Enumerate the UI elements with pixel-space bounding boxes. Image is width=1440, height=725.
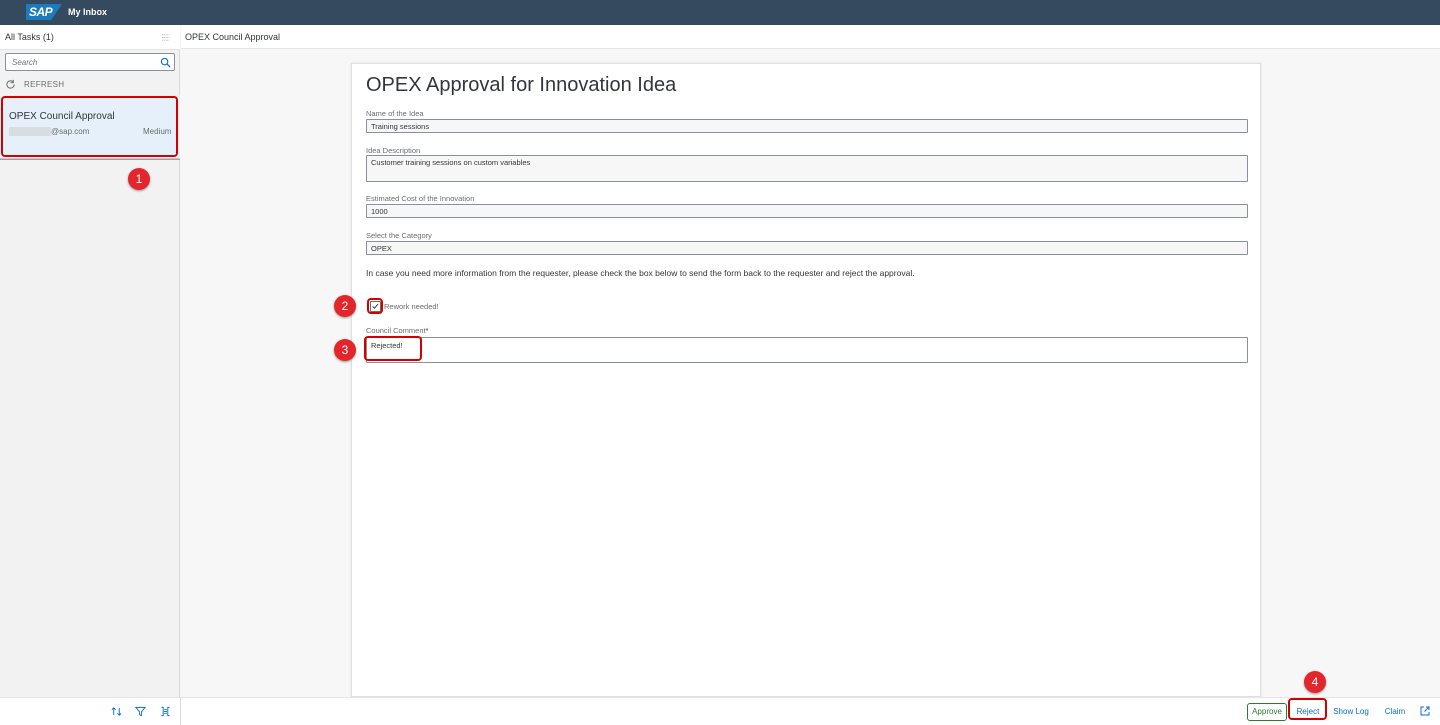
claim-button[interactable]: Claim: [1381, 703, 1409, 721]
show-log-button[interactable]: Show Log: [1331, 703, 1371, 721]
approve-button[interactable]: Approve: [1247, 703, 1287, 721]
shell-bar: SAP My Inbox: [0, 0, 1440, 25]
search-field[interactable]: [5, 53, 175, 71]
search-icon[interactable]: [160, 57, 171, 68]
highlight-box-comment: [364, 336, 422, 361]
refresh-button[interactable]: REFRESH: [5, 77, 64, 91]
divider: [0, 159, 180, 160]
open-in-new-window-icon[interactable]: [1420, 706, 1430, 716]
required-star: *: [425, 326, 429, 335]
field-label-category: Select the Category: [366, 231, 432, 240]
task-list-footer: [0, 697, 181, 725]
sort-icon[interactable]: [111, 706, 122, 717]
highlight-box-reject: [1288, 698, 1327, 720]
highlight-box-task-item: [1, 96, 178, 157]
idea-description-field[interactable]: Customer training sessions on custom var…: [366, 155, 1248, 182]
estimated-cost-field[interactable]: 1000: [366, 204, 1248, 218]
field-label-idea-name: Name of the Idea: [366, 109, 424, 118]
rework-needed-label: Rework needed!: [384, 302, 439, 311]
detail-footer-toolbar: Approve Reject Show Log Claim: [181, 697, 1440, 725]
field-label-estimated-cost: Estimated Cost of the Innovation: [366, 194, 475, 203]
sap-logo[interactable]: SAP: [26, 4, 62, 20]
detail-header: OPEX Council Approval: [181, 25, 1440, 49]
app-title: My Inbox: [68, 7, 108, 17]
info-text: In case you need more information from t…: [366, 268, 915, 278]
group-icon[interactable]: [160, 706, 171, 717]
refresh-icon: [6, 79, 15, 89]
step-badge-3: 3: [334, 339, 356, 361]
list-settings-icon[interactable]: [161, 33, 170, 42]
task-list-title: All Tasks (1): [5, 32, 54, 42]
category-field[interactable]: OPEX: [366, 241, 1248, 255]
refresh-label: REFRESH: [24, 79, 65, 89]
council-comment-field[interactable]: Rejected!: [366, 337, 1248, 363]
idea-name-field[interactable]: Training sessions: [366, 119, 1248, 133]
detail-title: OPEX Council Approval: [185, 32, 281, 42]
step-badge-4: 4: [1304, 671, 1326, 693]
step-badge-1: 1: [128, 168, 150, 190]
council-comment-label: Council Comment*: [366, 326, 429, 335]
search-input[interactable]: [12, 57, 152, 68]
form-title: OPEX Approval for Innovation Idea: [366, 74, 677, 96]
task-list-header: All Tasks (1): [0, 25, 180, 50]
filter-icon[interactable]: [135, 706, 146, 717]
council-comment-label-text: Council Comment: [366, 326, 426, 335]
step-badge-2: 2: [334, 295, 356, 317]
highlight-box-checkbox: [367, 298, 383, 314]
form-card: OPEX Approval for Innovation Idea Name o…: [351, 63, 1261, 697]
field-label-idea-description: Idea Description: [366, 146, 421, 155]
